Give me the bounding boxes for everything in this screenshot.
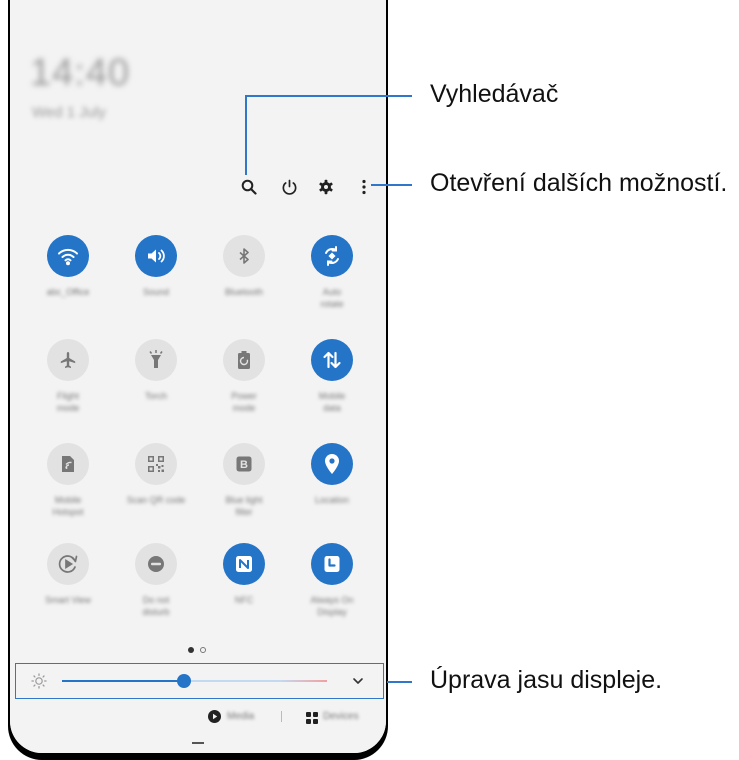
mobile-data-icon <box>311 339 353 381</box>
tile-mobile-hotspot[interactable]: Mobile Hotspot <box>33 443 103 518</box>
chevron-down-icon[interactable] <box>351 674 365 693</box>
devices-icon[interactable] <box>306 711 318 729</box>
footer-divider <box>281 711 282 722</box>
tile-sound[interactable]: Sound <box>121 235 191 298</box>
quick-panel: 14:40 Wed 1 July abc_Office Sound Blueto… <box>10 0 386 753</box>
tile-label: Power mode <box>231 391 257 413</box>
tile-smart-view[interactable]: Smart View <box>33 543 103 606</box>
brightness-slider[interactable] <box>62 674 327 688</box>
page-indicator[interactable] <box>188 647 206 653</box>
tile-torch[interactable]: Torch <box>121 339 191 402</box>
date: Wed 1 July <box>32 104 106 121</box>
more-vertical-icon[interactable] <box>353 176 375 198</box>
tile-label: Blue light filter <box>225 495 263 517</box>
clock: 14:40 <box>30 52 131 94</box>
svg-text:B: B <box>240 459 248 471</box>
nfc-icon <box>223 543 265 585</box>
callout-more-options: Otevření dalších možností. <box>430 169 728 197</box>
tile-always-on-display[interactable]: Always On Display <box>297 543 367 618</box>
callout-brightness: Úprava jasu displeje. <box>430 666 663 694</box>
torch-icon <box>135 339 177 381</box>
tile-label: Sound <box>142 287 170 297</box>
tile-label: Torch <box>144 391 167 401</box>
location-icon <box>311 443 353 485</box>
tile-label: abc_Office <box>46 287 90 297</box>
tile-nfc[interactable]: NFC <box>209 543 279 606</box>
auto-rotate-icon <box>311 235 353 277</box>
slider-thumb[interactable] <box>176 674 191 688</box>
hotspot-icon <box>47 443 89 485</box>
tile-label: Mobile data <box>318 391 346 413</box>
brightness-bar <box>15 663 384 699</box>
callout-line-brightness <box>387 681 412 683</box>
tile-label: Mobile Hotspot <box>52 495 84 517</box>
play-icon[interactable] <box>208 710 221 728</box>
airplane-icon <box>47 339 89 381</box>
do-not-disturb-icon <box>135 543 177 585</box>
search-icon[interactable] <box>238 176 260 198</box>
tile-label: Smart View <box>45 595 91 605</box>
smart-view-icon <box>47 543 89 585</box>
media-button[interactable]: Media <box>227 711 254 722</box>
sun-icon <box>31 673 47 694</box>
tile-scan-qr[interactable]: Scan QR code <box>121 443 191 506</box>
tile-mobile-data[interactable]: Mobile data <box>297 339 367 414</box>
callout-line-search-h <box>245 95 412 97</box>
tile-label: Bluetooth <box>224 287 264 297</box>
tile-label: Do not disturb <box>142 595 170 617</box>
qr-code-icon <box>135 443 177 485</box>
tile-label: Location <box>314 495 350 505</box>
gear-icon[interactable] <box>315 176 337 198</box>
battery-icon <box>223 339 265 381</box>
tile-power-mode[interactable]: Power mode <box>209 339 279 414</box>
tile-label: Flight mode <box>56 391 80 413</box>
phone-frame: 14:40 Wed 1 July abc_Office Sound Blueto… <box>8 0 388 760</box>
tile-blue-light[interactable]: B Blue light filter <box>209 443 279 518</box>
tile-flight-mode[interactable]: Flight mode <box>33 339 103 414</box>
tile-label: Auto rotate <box>320 287 344 309</box>
tile-auto-rotate[interactable]: Auto rotate <box>297 235 367 310</box>
page-dot[interactable] <box>200 647 206 653</box>
always-on-display-icon <box>311 543 353 585</box>
tile-do-not-disturb[interactable]: Do not disturb <box>121 543 191 618</box>
slider-fill <box>62 680 184 682</box>
devices-button[interactable]: Devices <box>323 711 359 722</box>
tile-label: Scan QR code <box>126 495 186 505</box>
page-dot-active[interactable] <box>188 647 194 653</box>
tile-location[interactable]: Location <box>297 443 367 506</box>
blue-light-icon: B <box>223 443 265 485</box>
nav-handle[interactable] <box>192 742 204 744</box>
callout-line-search-v <box>245 95 247 175</box>
tile-label: Always On Display <box>310 595 354 617</box>
wifi-icon <box>47 235 89 277</box>
tile-bluetooth[interactable]: Bluetooth <box>209 235 279 298</box>
volume-icon <box>135 235 177 277</box>
callout-line-more <box>371 184 412 186</box>
tile-label: NFC <box>234 595 254 605</box>
tile-wifi[interactable]: abc_Office <box>33 235 103 298</box>
bluetooth-icon <box>223 235 265 277</box>
power-icon[interactable] <box>278 176 300 198</box>
callout-search: Vyhledávač <box>430 80 559 108</box>
